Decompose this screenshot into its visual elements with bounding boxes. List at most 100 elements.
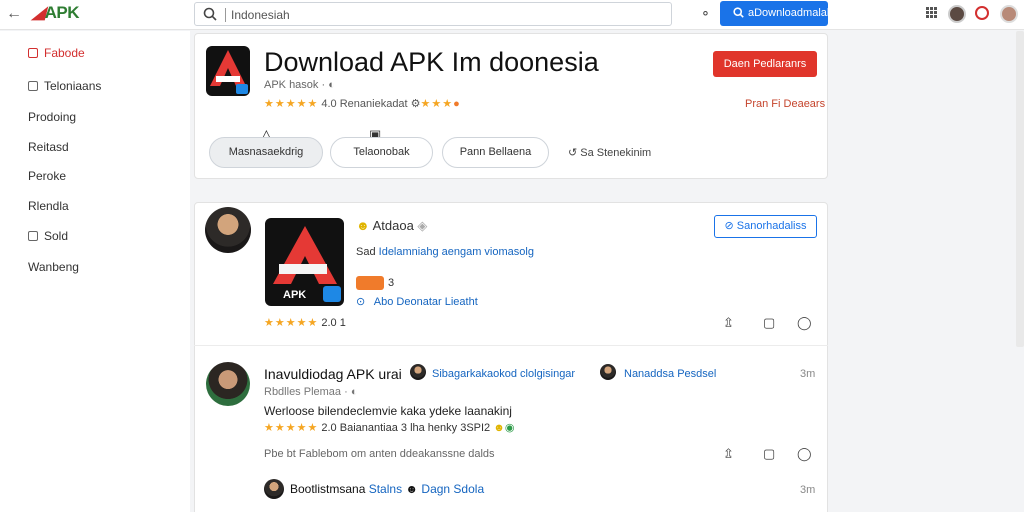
description-prefix: Sad: [356, 246, 376, 258]
reply-tag: Stalns: [368, 482, 403, 496]
app-image-label: APK: [283, 289, 307, 301]
apk-logo-icon: [210, 50, 248, 94]
sidebar-item-label: Rlendla: [28, 199, 69, 213]
tag-badge[interactable]: [356, 276, 384, 290]
emoji-icon: ☻: [356, 218, 370, 233]
scrollbar-thumb[interactable]: [1016, 31, 1024, 347]
side-link[interactable]: Pran Fi Deaears: [745, 98, 825, 110]
share-link[interactable]: ↺ Sa Stenekinim: [568, 146, 651, 159]
sidebar-item-label: Reitasd: [28, 140, 69, 154]
top-bar: ← ◢APK Indonesiah ⚬ aDownloadmalal: [0, 0, 1024, 30]
sidebar-item-label: Sold: [44, 229, 69, 243]
apps-grid-icon[interactable]: [926, 7, 938, 19]
action-pill-3[interactable]: Pann Bellaena: [442, 137, 549, 168]
like-icon[interactable]: ⇫: [723, 446, 734, 462]
post-rating-text: 2.0 1: [321, 317, 346, 329]
search-icon: [733, 7, 744, 18]
comment-icon[interactable]: ◯: [797, 446, 812, 462]
sidebar-item-peroke[interactable]: Peroke: [28, 169, 66, 183]
linked-user-avatar[interactable]: [410, 364, 426, 380]
square-icon: [28, 81, 38, 91]
sidebar-item-wanbeng[interactable]: Wanbeng: [28, 260, 79, 274]
emoji-icon: ☻: [493, 422, 505, 434]
rating-text: 4.0 Renaniekadat: [321, 98, 408, 110]
app-title: Download APK Im doonesia: [264, 47, 599, 77]
primary-action-button[interactable]: Daen Pedlaranrs: [713, 51, 817, 77]
account-avatar[interactable]: [1000, 5, 1018, 23]
sidebar-item-sold[interactable]: Sold: [28, 229, 68, 243]
bookmark-icon[interactable]: ▢: [763, 446, 775, 462]
post-footer: Pbe bt Fablebom om anten ddeakanssne dal…: [264, 448, 495, 460]
share-label: Sa Stenekinim: [580, 147, 652, 159]
author-avatar[interactable]: [205, 207, 251, 253]
post2-rating: ★★★★★ 2.0 Baianantiaa 3 lha henky 3SPI2 …: [264, 421, 514, 434]
reply-author[interactable]: Bootlistmsana Stalns ☻ Dagn Sdola: [290, 482, 484, 496]
post-author[interactable]: ☻ Atdaoa ◈: [356, 218, 427, 234]
sidebar-item-rlendla[interactable]: Rlendla: [28, 199, 69, 213]
logo-mark-icon: ◢: [32, 3, 45, 22]
sidebar-item-teloniaans[interactable]: Teloniaans: [28, 79, 101, 93]
post-author-name: Atdaoa: [372, 218, 414, 233]
info-icon: ⊙: [356, 296, 366, 308]
sidebar-item-label: Wanbeng: [28, 260, 79, 274]
linked-user2-avatar[interactable]: [600, 364, 616, 380]
reply-avatar[interactable]: [264, 479, 284, 499]
verified-icon: ◐: [328, 79, 335, 91]
badge-icon: ●: [453, 98, 460, 110]
sidebar-item-prodoing[interactable]: Prodoing: [28, 110, 76, 124]
search-bar[interactable]: Indonesiah: [194, 2, 672, 26]
linked-user-name[interactable]: Sibagarkakaokod clolgisingar: [432, 368, 575, 380]
follow-button[interactable]: ⊘ Sanorhadaliss: [714, 215, 817, 238]
download-button-label: aDownloadmalal: [748, 7, 830, 19]
sidebar-item-label: Teloniaans: [44, 79, 102, 93]
search-input[interactable]: Indonesiah: [231, 8, 290, 22]
star-icon: ★★★: [420, 98, 454, 110]
divider: [194, 345, 828, 346]
search-icon: [203, 7, 217, 21]
sidebar-item-reitasd[interactable]: Reitasd: [28, 140, 69, 154]
square-icon: [28, 48, 38, 58]
user-avatar[interactable]: [948, 5, 966, 23]
verified-icon: ◈: [417, 218, 428, 233]
check-icon: ◉: [504, 422, 515, 434]
action-pill-2[interactable]: Telaonobak: [330, 137, 433, 168]
action-pill-1[interactable]: Masnasaekdrig: [209, 137, 323, 168]
brand-text: APK: [44, 3, 80, 22]
like-icon[interactable]: ⇫: [723, 315, 734, 331]
reply-time: 3m: [800, 484, 816, 496]
sidebar-item-label: Peroke: [28, 169, 67, 183]
back-arrow-icon[interactable]: ←: [6, 5, 22, 23]
post-meta: ⊙ Abo Deonatar Lieatht: [356, 295, 478, 308]
description-text: Idelamniahg aengam viomasolg: [378, 246, 534, 258]
brand-logo[interactable]: ◢APK: [32, 3, 79, 23]
tag-count: 3: [388, 277, 395, 289]
alert-icon[interactable]: [975, 6, 989, 20]
comment-icon[interactable]: ◯: [797, 315, 812, 331]
post-body: Werloose bilendeclemvie kaka ydeke laana…: [264, 404, 512, 418]
post-app-image[interactable]: APK: [265, 218, 344, 306]
app-subtitle: APK hasok · ◐: [264, 79, 335, 91]
sidebar-item-label: Fabode: [44, 46, 85, 60]
settings-icon: ⚙: [410, 98, 421, 110]
search-divider: [225, 8, 226, 22]
commenter-avatar[interactable]: [206, 362, 250, 406]
post-sub: Rbdlles Plemaa · ◐: [264, 386, 358, 398]
share-icon: ↺: [568, 147, 578, 159]
star-rating-icon: ★★★★★: [264, 317, 319, 329]
notification-bell-icon[interactable]: ⚬: [700, 6, 711, 22]
app-icon[interactable]: [206, 46, 250, 96]
star-rating-icon: ★★★★★: [264, 422, 319, 434]
link-icon: ⊘: [724, 220, 734, 232]
sidebar: Fabode Teloniaans Prodoing Reitasd Perok…: [0, 31, 190, 512]
rating-value: 2.0: [321, 422, 337, 434]
sidebar-item-label: Prodoing: [28, 110, 77, 124]
square-icon: [28, 231, 38, 241]
download-button[interactable]: aDownloadmalal: [720, 1, 830, 26]
rating-detail: Baianantiaa 3 lha henky 3SPI2: [339, 422, 491, 434]
follow-button-label: Sanorhadaliss: [736, 220, 807, 232]
sidebar-item-fabode[interactable]: Fabode: [28, 46, 85, 60]
app-rating: ★★★★★ 4.0 Renaniekadat ⚙★★★●: [264, 97, 460, 110]
emoji-icon: ☻: [405, 482, 419, 496]
linked-user2-name[interactable]: Nanaddsa Pesdsel: [624, 368, 716, 380]
bookmark-icon[interactable]: ▢: [763, 315, 775, 331]
